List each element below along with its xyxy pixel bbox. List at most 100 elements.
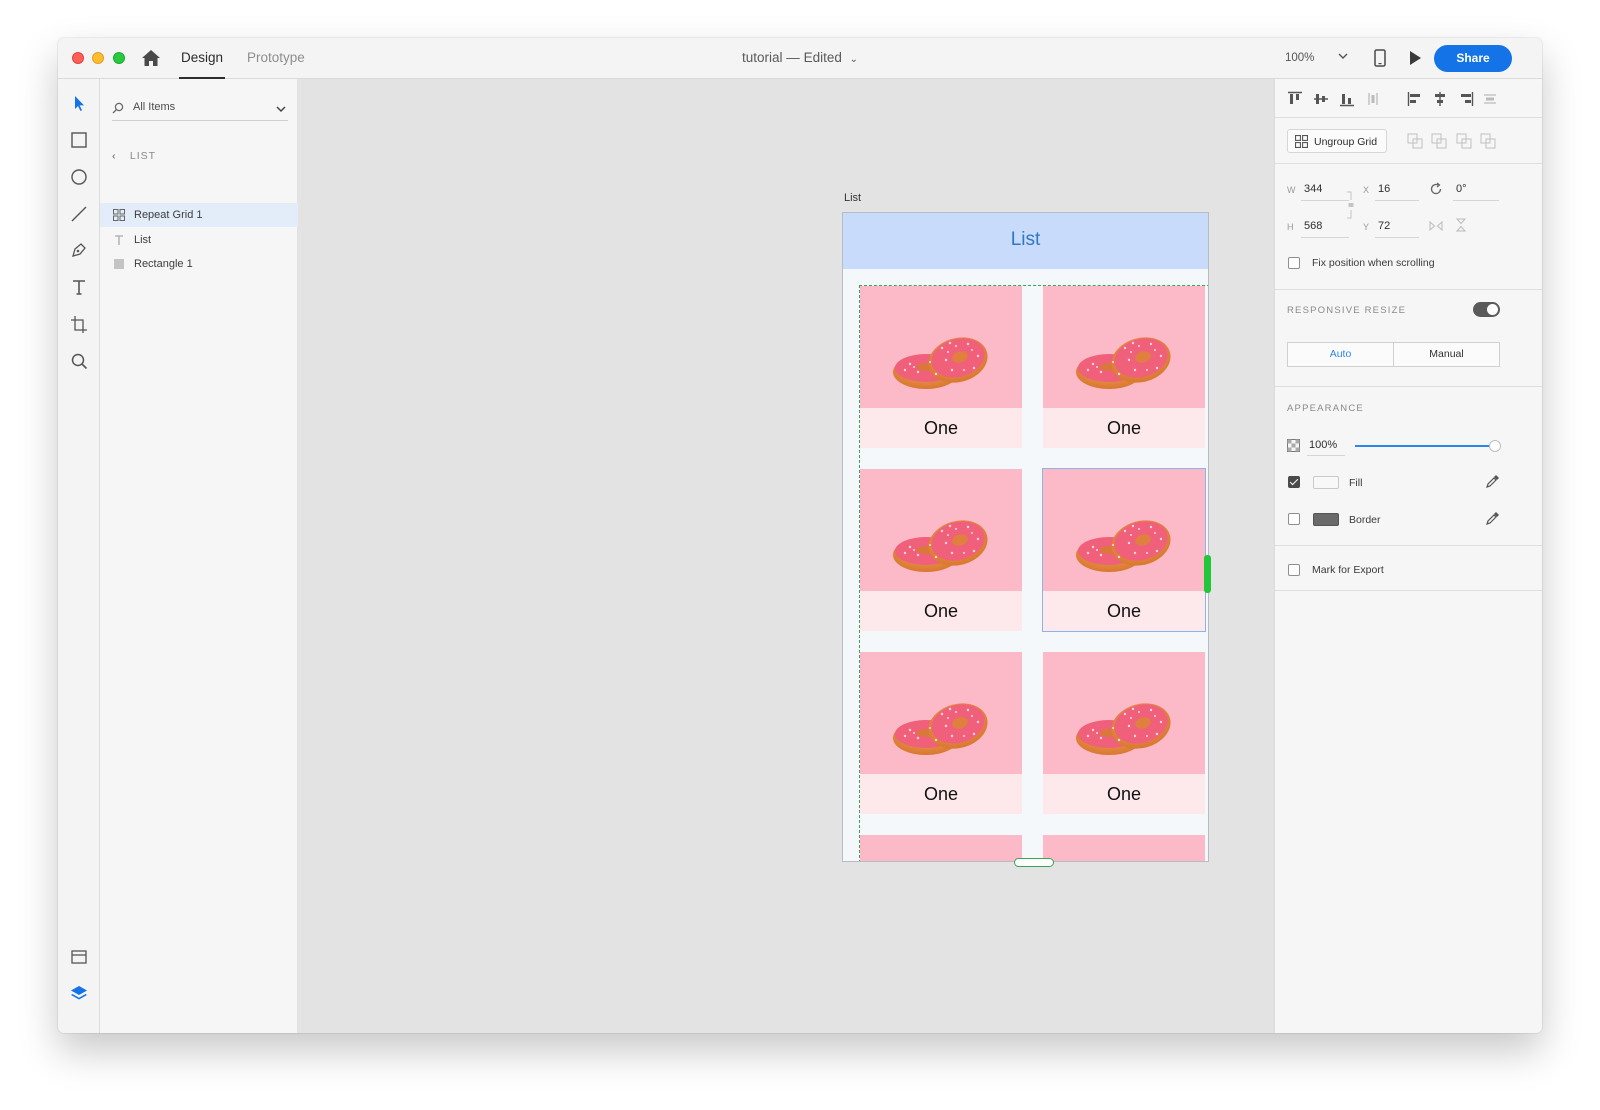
y-position-field[interactable]: 72 xyxy=(1378,220,1390,232)
mobile-device-icon[interactable] xyxy=(1373,49,1387,67)
grid-icon xyxy=(1295,135,1308,148)
design-canvas[interactable]: List List One One One One One One xyxy=(298,79,1274,1033)
grid-card[interactable]: One xyxy=(860,652,1022,814)
rectangle-tool-icon[interactable] xyxy=(69,130,89,150)
divider xyxy=(1275,386,1542,387)
distribute-horizontal-icon[interactable] xyxy=(1482,91,1498,107)
border-swatch[interactable] xyxy=(1313,513,1339,526)
align-top-icon[interactable] xyxy=(1287,91,1303,107)
grid-card[interactable]: One xyxy=(1042,468,1206,632)
fill-checkbox[interactable] xyxy=(1288,476,1300,488)
donut-image xyxy=(1076,517,1176,573)
flip-vertical-icon[interactable] xyxy=(1455,218,1467,232)
card-image xyxy=(1043,286,1205,408)
opacity-slider-track[interactable] xyxy=(1355,445,1495,447)
play-icon[interactable] xyxy=(1407,50,1423,66)
layer-label: List xyxy=(134,234,152,246)
grid-card[interactable]: One xyxy=(1043,652,1205,814)
artboard-title[interactable]: List xyxy=(844,192,861,204)
list-header[interactable]: List xyxy=(843,213,1208,269)
align-left-icon[interactable] xyxy=(1407,91,1423,107)
layer-item-list-text[interactable]: List xyxy=(100,228,298,252)
fill-swatch[interactable] xyxy=(1313,476,1339,489)
field-underline xyxy=(1453,200,1499,201)
rectangle-icon xyxy=(114,259,124,269)
eyedropper-icon[interactable] xyxy=(1485,511,1500,526)
chevron-down-icon[interactable] xyxy=(1337,50,1349,62)
pen-tool-icon[interactable] xyxy=(69,240,89,260)
card-caption: One xyxy=(860,591,1022,631)
x-position-field[interactable]: 16 xyxy=(1378,183,1390,195)
share-button[interactable]: Share xyxy=(1434,45,1512,72)
zoom-tool-icon[interactable] xyxy=(69,351,89,371)
grid-card[interactable]: One xyxy=(860,469,1022,631)
line-tool-icon[interactable] xyxy=(69,204,89,224)
resize-manual-button[interactable]: Manual xyxy=(1393,342,1500,367)
rotate-icon xyxy=(1430,182,1442,195)
field-underline xyxy=(1301,237,1349,238)
border-checkbox[interactable] xyxy=(1288,513,1300,525)
grid-column-resize-handle[interactable] xyxy=(1204,555,1211,593)
layers-back-link[interactable]: ‹ LIST xyxy=(112,150,156,162)
width-label: W xyxy=(1287,185,1296,195)
list-header-title: List xyxy=(1010,229,1041,250)
resize-auto-button[interactable]: Auto xyxy=(1287,342,1394,367)
boolean-intersect-icon[interactable] xyxy=(1456,133,1472,149)
card-caption: One xyxy=(1043,408,1205,448)
layer-item-repeat-grid[interactable]: Repeat Grid 1 xyxy=(100,203,298,227)
field-underline xyxy=(1301,200,1349,201)
eyedropper-icon[interactable] xyxy=(1485,474,1500,489)
layers-filter[interactable]: All Items xyxy=(112,97,288,121)
document-title[interactable]: tutorial — Edited ⌄ xyxy=(58,50,1542,65)
text-tool-icon[interactable] xyxy=(69,277,89,297)
grid-card[interactable]: One xyxy=(860,286,1022,448)
align-center-icon[interactable] xyxy=(1432,91,1448,107)
card-image xyxy=(860,835,1022,861)
opacity-slider-knob[interactable] xyxy=(1489,440,1501,452)
boolean-add-icon[interactable] xyxy=(1407,133,1423,149)
boolean-subtract-icon[interactable] xyxy=(1431,133,1447,149)
fix-position-checkbox[interactable] xyxy=(1288,257,1300,269)
opacity-icon xyxy=(1287,439,1300,452)
divider xyxy=(1275,545,1542,546)
align-bottom-icon[interactable] xyxy=(1339,91,1355,107)
boolean-exclude-icon[interactable] xyxy=(1480,133,1496,149)
field-underline xyxy=(1307,455,1345,456)
rotation-field[interactable]: 0° xyxy=(1456,183,1467,195)
flip-horizontal-icon[interactable] xyxy=(1429,220,1443,232)
document-state: Edited xyxy=(803,50,842,65)
align-middle-icon[interactable] xyxy=(1313,91,1329,107)
grid-card[interactable]: One xyxy=(1043,286,1205,448)
text-icon xyxy=(115,235,123,245)
card-image xyxy=(1043,835,1205,861)
ellipse-tool-icon[interactable] xyxy=(69,167,89,187)
divider xyxy=(1275,590,1542,591)
grid-icon xyxy=(113,209,125,221)
mark-for-export-checkbox[interactable] xyxy=(1288,564,1300,576)
artboard[interactable]: List One One One One One One xyxy=(842,212,1209,862)
divider xyxy=(1275,117,1542,118)
title-separator: — xyxy=(786,50,800,65)
responsive-resize-toggle[interactable] xyxy=(1473,302,1500,317)
card-image xyxy=(1043,652,1205,774)
fill-label: Fill xyxy=(1349,477,1363,489)
select-tool-icon[interactable] xyxy=(69,93,89,113)
zoom-level[interactable]: 100% xyxy=(1285,52,1314,64)
width-field[interactable]: 344 xyxy=(1304,183,1322,195)
align-right-icon[interactable] xyxy=(1458,91,1474,107)
field-underline xyxy=(1375,237,1419,238)
height-field[interactable]: 568 xyxy=(1304,220,1322,232)
grid-row-resize-handle[interactable] xyxy=(1014,858,1054,867)
grid-card-partial[interactable] xyxy=(1043,835,1205,861)
layers-icon[interactable] xyxy=(69,983,89,1003)
chevron-left-icon: ‹ xyxy=(112,150,117,162)
ungroup-grid-button[interactable]: Ungroup Grid xyxy=(1287,129,1387,153)
distribute-vertical-icon[interactable] xyxy=(1365,91,1381,107)
lock-aspect-icon[interactable] xyxy=(1345,190,1355,220)
artboard-tool-icon[interactable] xyxy=(69,314,89,334)
grid-card-partial[interactable] xyxy=(860,835,1022,861)
opacity-field[interactable]: 100% xyxy=(1309,439,1337,451)
assets-icon[interactable] xyxy=(69,947,89,967)
layer-item-rectangle[interactable]: Rectangle 1 xyxy=(100,252,298,276)
appearance-heading: APPEARANCE xyxy=(1287,403,1364,414)
